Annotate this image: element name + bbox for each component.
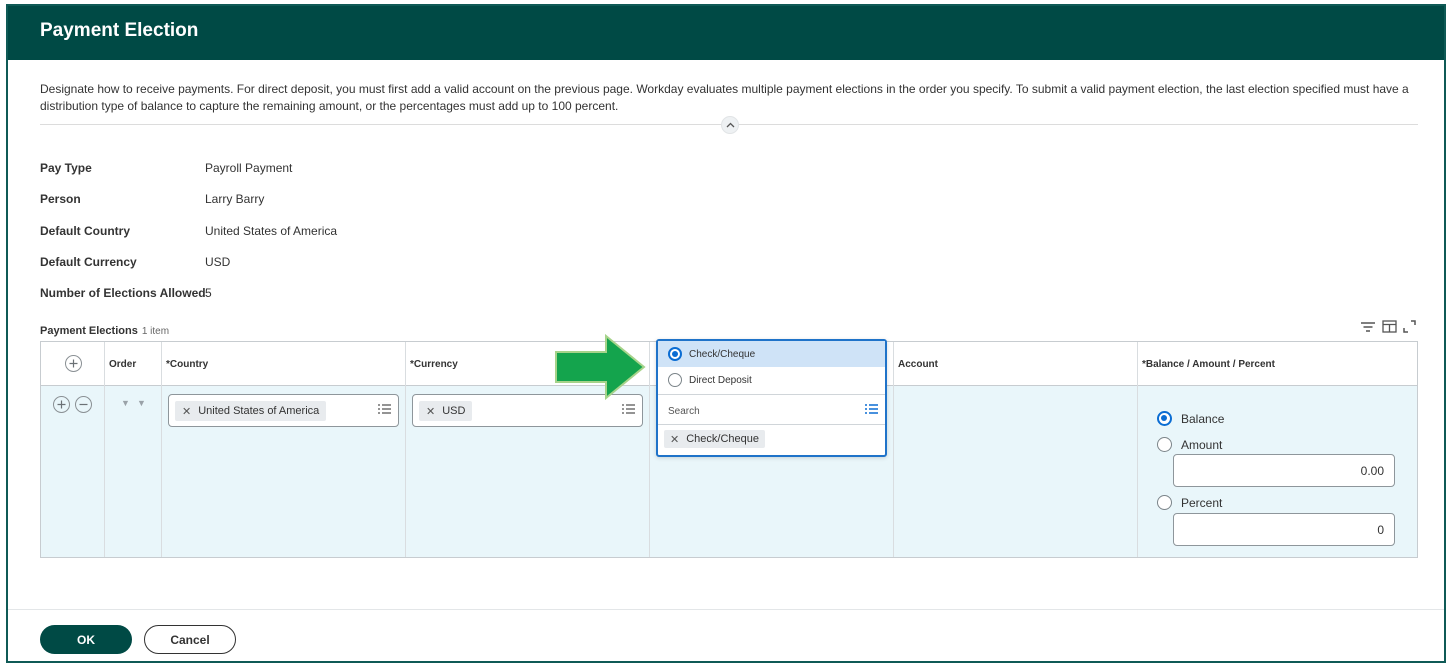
list-prompt-icon[interactable] bbox=[864, 403, 879, 415]
option-label: Check/Cheque bbox=[689, 348, 756, 360]
divider bbox=[658, 394, 885, 395]
balance-label: Balance bbox=[1181, 411, 1225, 426]
default-country-value: United States of America bbox=[205, 224, 338, 238]
header-country[interactable]: *Country bbox=[166, 359, 208, 370]
page-title: Payment Election bbox=[40, 20, 199, 41]
elections-allowed-label: Number of Elections Allowed bbox=[40, 286, 206, 300]
currency-selected-pill: ✕ USD bbox=[419, 401, 473, 421]
radio-unchecked-icon[interactable] bbox=[668, 373, 682, 387]
payment-type-selected-pill: ✕ Check/Cheque bbox=[664, 430, 765, 448]
move-to-top-icon[interactable]: ▼ bbox=[121, 398, 130, 408]
column-divider bbox=[161, 342, 162, 557]
header-order[interactable]: Order bbox=[109, 359, 136, 370]
distribution-percent-option[interactable]: Percent bbox=[1157, 495, 1222, 510]
search-input[interactable]: Search bbox=[668, 406, 700, 417]
arrow-pointer-icon bbox=[555, 334, 646, 400]
columns-icon[interactable] bbox=[1382, 320, 1397, 333]
person-label: Person bbox=[40, 192, 81, 206]
distribution-amount-option[interactable]: Amount bbox=[1157, 437, 1222, 452]
currency-value: USD bbox=[442, 405, 466, 417]
instructions-text: Designate how to receive payments. For d… bbox=[40, 82, 1409, 113]
header-account[interactable]: Account bbox=[898, 359, 938, 370]
country-prompt[interactable]: ✕ United States of America bbox=[168, 394, 399, 427]
header-balance-amount-percent[interactable]: *Balance / Amount / Percent bbox=[1142, 359, 1275, 370]
option-check-cheque[interactable]: Check/Cheque bbox=[658, 341, 885, 367]
cancel-button[interactable]: Cancel bbox=[144, 625, 236, 654]
grid-title-text: Payment Elections bbox=[40, 325, 138, 337]
column-divider bbox=[405, 342, 406, 557]
remove-row-icon[interactable] bbox=[75, 396, 92, 413]
amount-input[interactable]: 0.00 bbox=[1173, 454, 1395, 487]
remove-icon[interactable]: ✕ bbox=[426, 405, 435, 418]
column-divider bbox=[104, 342, 105, 557]
payment-type-value: Check/Cheque bbox=[686, 433, 759, 445]
move-down-icon[interactable]: ▼ bbox=[137, 398, 146, 408]
payment-election-dialog: Payment Election Designate how to receiv… bbox=[6, 4, 1446, 663]
country-value: United States of America bbox=[198, 405, 320, 417]
grid-toolbar bbox=[1360, 320, 1416, 333]
dialog-header: Payment Election bbox=[8, 6, 1444, 60]
list-prompt-icon[interactable] bbox=[621, 403, 636, 415]
column-divider bbox=[649, 342, 650, 557]
expand-icon[interactable] bbox=[1403, 320, 1416, 333]
grid-title: Payment Elections 1 item bbox=[40, 325, 169, 337]
radio-checked-icon[interactable] bbox=[1157, 411, 1172, 426]
distribution-balance-option[interactable]: Balance bbox=[1157, 411, 1224, 426]
default-currency-value: USD bbox=[205, 255, 231, 269]
filter-icon[interactable] bbox=[1360, 321, 1376, 333]
add-row-icon[interactable] bbox=[65, 355, 82, 372]
elections-allowed-value: 5 bbox=[205, 286, 212, 300]
chevron-up-icon bbox=[726, 122, 734, 128]
option-label: Direct Deposit bbox=[689, 374, 752, 386]
grid-item-count: 1 item bbox=[141, 326, 170, 337]
remove-icon[interactable]: ✕ bbox=[670, 433, 679, 446]
percent-label: Percent bbox=[1181, 495, 1223, 510]
default-currency-label: Default Currency bbox=[40, 255, 137, 269]
pay-type-value: Payroll Payment bbox=[205, 161, 293, 175]
radio-unchecked-icon[interactable] bbox=[1157, 495, 1172, 510]
option-direct-deposit[interactable]: Direct Deposit bbox=[658, 367, 885, 393]
column-divider bbox=[1137, 342, 1138, 557]
pay-type-label: Pay Type bbox=[40, 161, 92, 175]
default-country-label: Default Country bbox=[40, 224, 130, 238]
column-divider bbox=[893, 342, 894, 557]
person-value: Larry Barry bbox=[205, 192, 265, 206]
country-selected-pill: ✕ United States of America bbox=[175, 401, 327, 421]
add-row-icon[interactable] bbox=[53, 396, 70, 413]
amount-label: Amount bbox=[1181, 437, 1223, 452]
footer-divider bbox=[8, 609, 1444, 610]
radio-unchecked-icon[interactable] bbox=[1157, 437, 1172, 452]
payment-type-dropdown[interactable]: Check/Cheque Direct Deposit Search ✕ Che… bbox=[656, 339, 887, 457]
list-prompt-icon[interactable] bbox=[377, 403, 392, 415]
radio-checked-icon[interactable] bbox=[668, 347, 682, 361]
divider bbox=[658, 424, 885, 425]
ok-button[interactable]: OK bbox=[40, 625, 132, 654]
header-currency[interactable]: *Currency bbox=[410, 359, 458, 370]
remove-icon[interactable]: ✕ bbox=[182, 405, 191, 418]
percent-input[interactable]: 0 bbox=[1173, 513, 1395, 546]
collapse-button[interactable] bbox=[721, 116, 739, 134]
